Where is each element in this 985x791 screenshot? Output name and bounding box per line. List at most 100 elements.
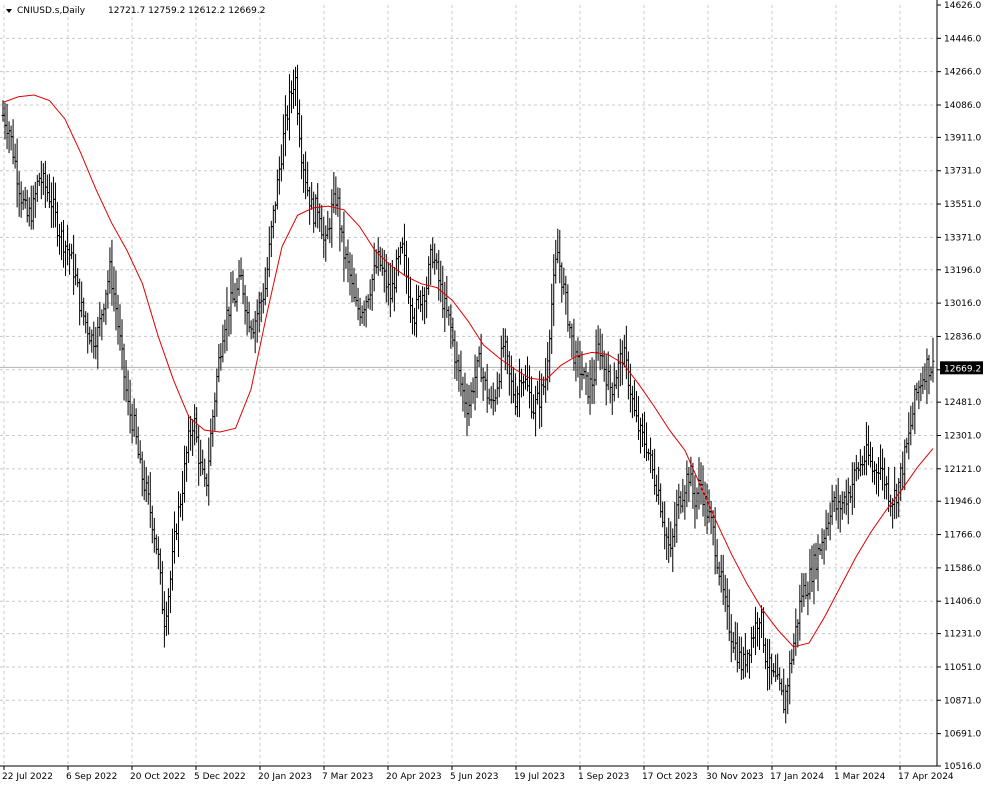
y-tick-label: 11051.0 [944,663,981,673]
price-bar [362,300,366,327]
y-tick-label: 12481.0 [944,398,981,408]
price-bar [770,653,774,685]
x-tick-label: 5 Dec 2022 [194,772,246,782]
price-bar [62,219,66,268]
y-tick-label: 14086.0 [944,101,981,111]
price-bar [638,417,642,454]
price-bar [755,612,759,647]
price-bar [88,326,92,345]
price-bar [29,185,33,230]
price-bar [172,511,176,564]
price-bar [104,289,108,325]
price-bar [265,257,269,297]
price-bar [659,483,663,518]
price-bar [116,294,120,345]
price-bar [31,185,35,230]
price-bar [622,334,626,368]
price-bar [693,475,697,529]
price-bar [634,390,638,423]
price-bar [140,451,144,497]
price-bar [82,297,86,326]
price-bar [392,266,396,312]
price-bar [110,239,114,306]
price-bar [120,319,124,370]
price-bar [144,466,148,502]
symbol-label: CNIUSD.s,Daily [17,6,86,16]
x-tick-label: 20 Oct 2022 [130,772,186,782]
price-bar [92,321,96,359]
price-bar [435,253,439,270]
price-bar [27,197,31,227]
price-bar [41,163,45,196]
price-bar [893,466,897,520]
price-chart[interactable]: 14626.0 14446.0 14266.0 14086.0 13911.0 13731… [0,0,985,787]
price-bar [641,413,645,447]
price-bar [870,447,874,483]
price-bar [725,578,729,630]
y-tick-label: 10871.0 [944,696,981,706]
price-bar [856,462,860,480]
price-bar [425,276,429,319]
price-bar [600,333,604,370]
price-bar [94,327,98,360]
price-bar [810,545,814,593]
price-bar [409,276,413,323]
y-tick-label: 14266.0 [944,68,981,78]
y-tick-label: 11586.0 [944,564,981,574]
price-bar [509,355,513,404]
price-bar [812,543,816,605]
price-bar [669,521,673,558]
price-bar [183,445,187,503]
price-bar [90,329,94,353]
price-bar [453,330,457,379]
triangle-down-icon[interactable] [6,9,12,13]
price-bar [806,581,810,616]
moving-average-layer [2,94,934,648]
price-bar [152,517,156,553]
price-bar [33,181,37,218]
price-bar [283,95,287,157]
price-bar [437,250,441,301]
price-bar [185,446,189,482]
moving-average-line [2,94,934,648]
price-bar [205,473,209,497]
price-bar [215,368,219,417]
price-bar [39,160,43,200]
price-bar [643,411,647,459]
price-bar [661,501,665,528]
price-bar [279,144,283,182]
price-bar [463,372,467,418]
price-bar [717,561,721,586]
price-bar [364,295,368,328]
price-bar [751,625,755,648]
price-bar [614,369,618,390]
price-bar [181,470,185,521]
price-bar [489,386,493,409]
price-bar [70,243,74,260]
price-bar [762,607,766,653]
price-bar [352,267,356,303]
price-bar [160,561,164,615]
price-bar [925,348,929,405]
price-bar [275,169,279,210]
chart-window[interactable]: 14626.0 14446.0 14266.0 14086.0 13911.0 13731… [0,0,985,787]
x-tick-label: 19 Jul 2023 [514,772,565,782]
price-bar [568,320,572,339]
price-bar [739,636,743,680]
price-bar [241,269,245,305]
price-bar [872,461,876,485]
price-bar [247,301,251,333]
price-bar [667,517,671,563]
price-bar [296,64,300,126]
price-bar [612,362,616,402]
price-bar [386,262,390,306]
price-bar [741,646,745,680]
price-bar [170,528,174,591]
price-bar [199,439,203,477]
price-bar [413,307,417,336]
price-bar [596,325,600,361]
y-tick-label: 11946.0 [944,497,981,507]
price-bar [481,367,485,401]
price-bar [485,363,489,413]
price-bar [786,678,790,715]
